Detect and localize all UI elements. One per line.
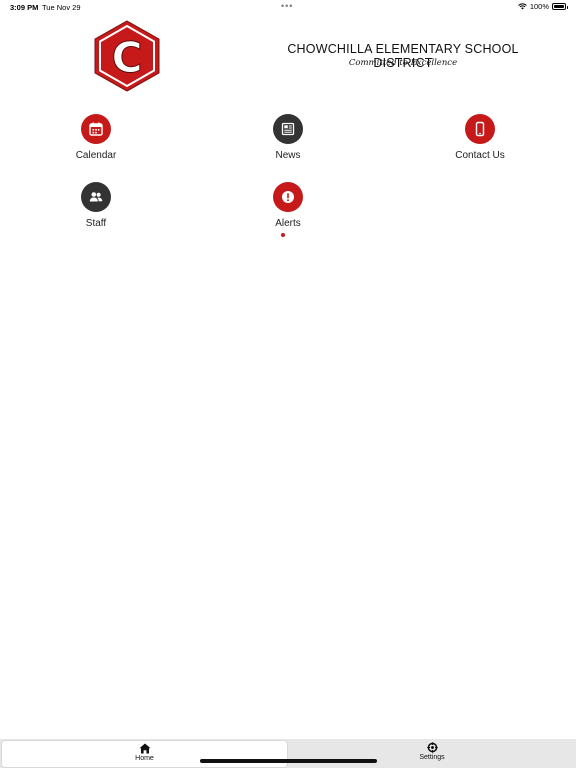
tile-label: News [275, 150, 301, 161]
tile-news[interactable]: News [228, 114, 348, 161]
tab-label: Home [135, 755, 154, 762]
status-date: Tue Nov 29 [42, 3, 81, 12]
calendar-icon [81, 114, 111, 144]
tile-label: Alerts [275, 218, 301, 229]
multitasking-dots[interactable]: ••• [281, 1, 293, 11]
settings-icon [426, 742, 438, 753]
status-bar: 3:09 PM Tue Nov 29 ••• 100% [0, 0, 576, 14]
alerts-unread-badge [281, 233, 285, 237]
tile-label: Contact Us [455, 150, 505, 161]
tab-bar: Home Settings [0, 739, 576, 768]
newspaper-icon [273, 114, 303, 144]
tile-calendar[interactable]: Calendar [36, 114, 156, 161]
battery-percent: 100% [529, 2, 549, 11]
phone-icon [465, 114, 495, 144]
tile-staff[interactable]: Staff [36, 182, 156, 229]
tab-home[interactable]: Home [1, 740, 288, 768]
tile-contact-us[interactable]: Contact Us [420, 114, 540, 161]
logo-letter: C [112, 33, 143, 82]
tile-alerts[interactable]: Alerts [228, 182, 348, 229]
tab-settings[interactable]: Settings [289, 740, 575, 768]
status-time: 3:09 PM [10, 3, 39, 12]
alert-icon [273, 182, 303, 212]
district-logo: C [94, 20, 160, 92]
district-tagline: Committed to Excellence [348, 58, 458, 68]
people-icon [81, 182, 111, 212]
tile-label: Staff [85, 218, 107, 229]
status-right: 100% [518, 2, 568, 11]
wifi-icon [518, 3, 527, 10]
tile-label: Calendar [75, 150, 117, 161]
home-icon [139, 743, 150, 754]
home-indicator[interactable] [200, 759, 377, 763]
battery-icon [552, 3, 568, 10]
tab-label: Settings [419, 754, 445, 761]
